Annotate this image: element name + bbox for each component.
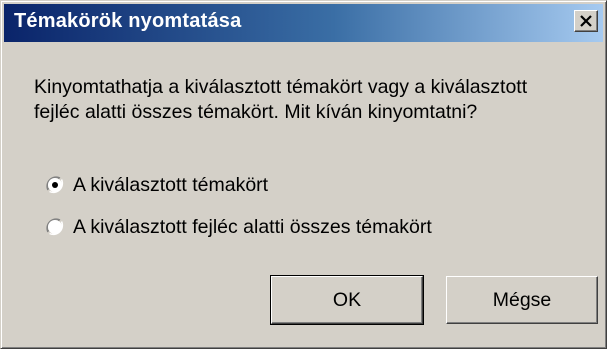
radio-dot — [52, 182, 58, 188]
cancel-button[interactable]: Mégse — [446, 276, 598, 324]
option-label-all-topics: A kiválasztott fejléc alatti összes téma… — [73, 215, 432, 238]
close-icon — [580, 15, 592, 27]
message-line-1: Kinyomtathatja a kiválasztott témakört v… — [34, 76, 528, 98]
close-button[interactable] — [574, 10, 598, 32]
ok-button[interactable]: OK — [270, 275, 424, 325]
print-topics-dialog: Témakörök nyomtatása Kinyomtathatja a ki… — [0, 0, 607, 349]
option-selected-topic[interactable]: A kiválasztott témakört — [45, 173, 268, 197]
option-all-topics-under-heading[interactable]: A kiválasztott fejléc alatti összes téma… — [45, 215, 432, 239]
radio-unchecked-icon[interactable] — [45, 217, 65, 237]
radio-checked-icon[interactable] — [45, 175, 65, 195]
option-label-selected-topic: A kiválasztott témakört — [73, 173, 269, 196]
title-bar[interactable]: Témakörök nyomtatása — [4, 4, 603, 42]
window-title: Témakörök nyomtatása — [14, 10, 242, 32]
message-line-2: fejléc alatti összes témakört. Mit kíván… — [34, 101, 478, 123]
dialog-message: Kinyomtathatja a kiválasztott témakört v… — [34, 75, 594, 125]
